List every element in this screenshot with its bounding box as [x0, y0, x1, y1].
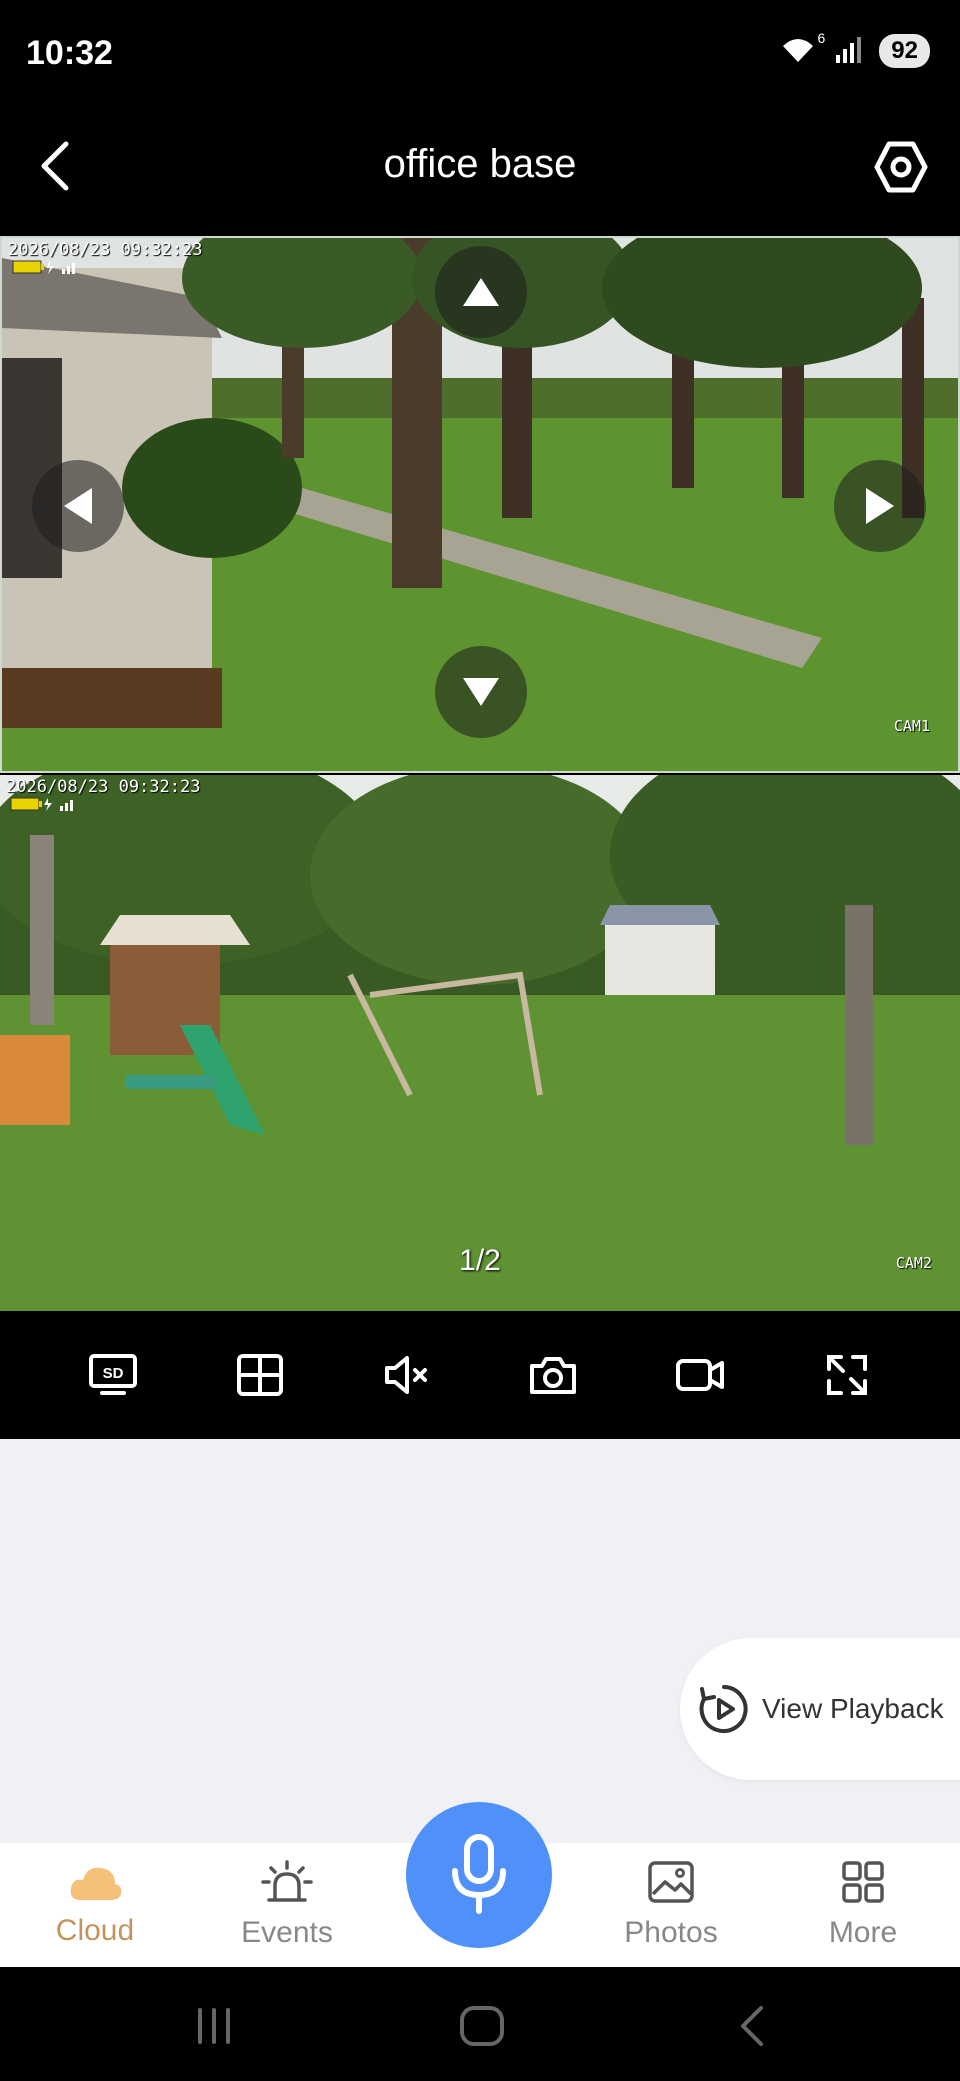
grid-icon: [236, 1354, 283, 1396]
nav-events-label: Events: [241, 1916, 333, 1949]
sd-quality-icon: SD: [89, 1354, 138, 1395]
image-icon: [648, 1861, 694, 1903]
triangle-right-icon: [866, 488, 894, 524]
status-bar: 10:32 6 92: [0, 0, 960, 110]
grid-layout-button[interactable]: [220, 1335, 300, 1415]
signal-icon: [835, 35, 865, 68]
pan-down-button[interactable]: [435, 646, 527, 738]
nav-cloud[interactable]: Cloud: [20, 1843, 170, 1967]
camera-feed-1[interactable]: 2026/08/23 09:32:23 CAM1: [0, 236, 960, 773]
home-button[interactable]: [452, 2001, 512, 2051]
video-toolbar: SD: [0, 1311, 960, 1439]
camera-1-label: CAM1: [893, 717, 930, 735]
camera-icon: [530, 1357, 577, 1394]
system-back-button[interactable]: [722, 2001, 782, 2051]
gear-icon: [874, 141, 928, 193]
nav-cloud-label: Cloud: [55, 1914, 135, 1947]
nav-events[interactable]: Events: [212, 1843, 362, 1967]
triangle-down-icon: [463, 678, 499, 706]
camera-2-battery-icon: [10, 797, 90, 811]
view-playback-label: View Playback: [762, 1693, 944, 1724]
camera-feed-2[interactable]: 2026/08/23 09:32:23 CAM2: [0, 775, 960, 1312]
recent-apps-button[interactable]: [184, 2001, 244, 2051]
record-button[interactable]: [660, 1335, 740, 1415]
battery-indicator: 92: [879, 34, 930, 68]
snapshot-button[interactable]: [513, 1335, 593, 1415]
alarm-icon: [261, 1860, 313, 1902]
sd-quality-button[interactable]: SD: [73, 1335, 153, 1415]
page-indicator: 1/2: [459, 1244, 501, 1277]
page-title: office base: [383, 142, 577, 186]
speaker-muted-icon: [384, 1356, 427, 1394]
pan-left-button[interactable]: [32, 460, 124, 552]
pan-up-button[interactable]: [435, 246, 527, 338]
status-icons: 6 92: [781, 30, 930, 68]
view-playback-button[interactable]: View Playback: [680, 1638, 960, 1780]
triangle-up-icon: [463, 278, 499, 306]
nav-photos[interactable]: Photos: [596, 1843, 746, 1967]
status-time: 10:32: [26, 34, 113, 72]
talk-button[interactable]: [406, 1802, 552, 1948]
camera-2-image: [0, 775, 960, 1312]
nav-more-label: More: [828, 1916, 898, 1949]
camera-2-timestamp: 2026/08/23 09:32:23: [6, 777, 201, 797]
grid-apps-icon: [842, 1861, 884, 1903]
expand-icon: [826, 1355, 867, 1395]
wifi-badge: 6: [817, 30, 826, 46]
nav-more[interactable]: More: [788, 1843, 938, 1967]
camera-1-timestamp: 2026/08/23 09:32:23: [8, 240, 203, 260]
microphone-icon: [452, 1834, 506, 1914]
mute-button[interactable]: [367, 1335, 447, 1415]
settings-button[interactable]: [866, 132, 936, 202]
fullscreen-button[interactable]: [807, 1335, 887, 1415]
sd-label: SD: [103, 1365, 124, 1382]
recent-apps-icon: [198, 2008, 230, 2044]
header: office base: [0, 110, 960, 236]
cloud-icon: [70, 1867, 122, 1900]
video-area: 2026/08/23 09:32:23 CAM1 2026/08/23 09:3…: [0, 236, 960, 1312]
video-camera-icon: [675, 1359, 724, 1391]
system-nav-bar: [0, 1967, 960, 2081]
triangle-left-icon: [64, 488, 92, 524]
wifi-icon: 6: [781, 30, 825, 66]
system-back-icon: [741, 2006, 763, 2046]
pan-right-button[interactable]: [834, 460, 926, 552]
nav-photos-label: Photos: [624, 1916, 718, 1949]
camera-1-battery-icon: [12, 260, 92, 274]
home-icon: [460, 2006, 504, 2046]
playback-icon: [699, 1685, 748, 1733]
